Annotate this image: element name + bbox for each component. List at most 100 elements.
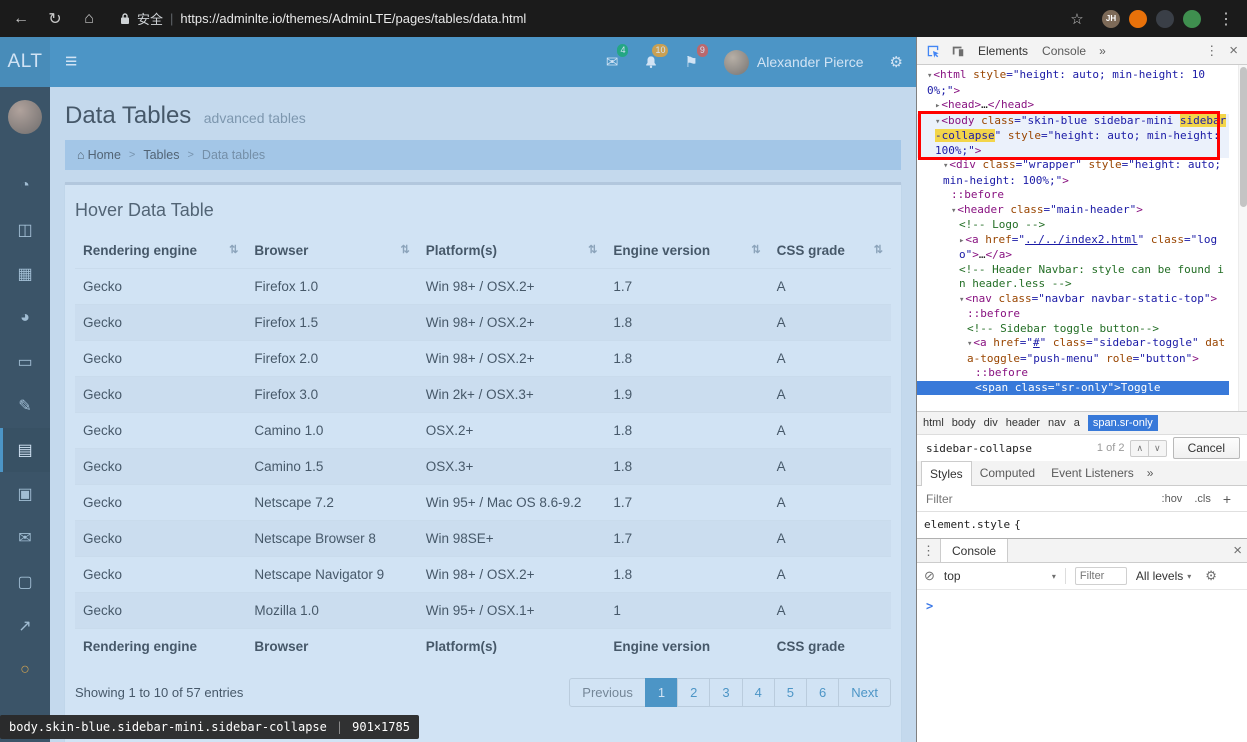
table-row[interactable]: Gecko Netscape 7.2 Win 95+ / Mac OS 8.6-9.… <box>75 484 891 521</box>
page-button-previous[interactable]: Previous <box>569 678 646 707</box>
inspect-element-icon[interactable] <box>921 44 945 58</box>
sidebar-item-labels[interactable]: ○ <box>0 648 50 692</box>
devtools-close-icon[interactable]: × <box>1224 42 1243 59</box>
table-row[interactable]: Gecko Camino 1.0 OSX.2+ 1.8 A <box>75 412 891 449</box>
tab-event-listeners[interactable]: Event Listeners <box>1043 461 1142 485</box>
back-icon[interactable]: ← <box>8 10 34 28</box>
tab-computed[interactable]: Computed <box>972 461 1043 485</box>
sort-icon[interactable]: ⇅ <box>751 243 760 256</box>
sidebar-item-tables[interactable]: ▤ <box>0 428 50 472</box>
console-context-select[interactable]: top ▾ <box>944 569 1056 583</box>
column-header[interactable]: Platform(s) ⇅ <box>417 233 606 269</box>
elements-scrollbar[interactable] <box>1238 65 1247 411</box>
sidebar-toggle-icon[interactable]: ≡ <box>50 50 92 74</box>
search-next-icon[interactable]: ∨ <box>1148 439 1167 457</box>
console-prompt[interactable]: > <box>926 599 933 613</box>
reload-icon[interactable]: ↻ <box>42 9 68 29</box>
toggle-hover-state-button[interactable]: :hov <box>1156 493 1189 505</box>
sort-icon[interactable]: ⇅ <box>874 243 883 256</box>
device-toolbar-icon[interactable] <box>946 44 970 58</box>
expand-arrow-open-icon[interactable]: ▾ <box>951 206 956 216</box>
clear-console-icon[interactable]: ⊘ <box>924 568 935 584</box>
dom-crumb[interactable]: div <box>984 417 998 429</box>
dom-crumb[interactable]: header <box>1006 417 1040 429</box>
tree-node[interactable]: ▾<div class="wrapper" style="height: aut… <box>917 158 1229 188</box>
expand-arrow-closed-icon[interactable]: ▸ <box>959 236 964 246</box>
table-row[interactable]: Gecko Firefox 1.5 Win 98+ / OSX.2+ 1.8 A <box>75 304 891 341</box>
page-button-3[interactable]: 3 <box>709 678 743 707</box>
sidebar-item-examples[interactable]: ▢ <box>0 560 50 604</box>
extension-profile[interactable] <box>1183 9 1201 28</box>
sidebar-item-mailbox[interactable]: ✉ <box>0 516 50 560</box>
log-level-select[interactable]: All levels ▾ <box>1136 569 1191 583</box>
tree-node[interactable]: <span class="sr-only">Toggle <box>917 380 1229 395</box>
extension-orange[interactable] <box>1129 9 1147 28</box>
browser-menu-icon[interactable]: ⋮ <box>1213 9 1239 29</box>
tree-node[interactable]: ::before <box>917 307 1229 322</box>
console-filter-input[interactable] <box>1074 567 1127 585</box>
table-row[interactable]: Gecko Mozilla 1.0 Win 95+ / OSX.1+ 1 A <box>75 592 891 629</box>
tab-console[interactable]: Console <box>1035 38 1093 64</box>
extension-avatar-jh[interactable]: JH <box>1102 9 1120 28</box>
tree-node[interactable]: ▾<nav class="navbar navbar-static-top"> <box>917 292 1229 308</box>
tree-node[interactable]: <!-- Logo --> <box>917 218 1229 233</box>
sidebar-item-forms[interactable]: ✎ <box>0 384 50 428</box>
tree-node[interactable]: ▾<a href="#" class="sidebar-toggle" data… <box>917 336 1229 366</box>
column-header[interactable]: Browser ⇅ <box>246 233 418 269</box>
tasks-menu[interactable]: ⚑ 9 <box>671 37 710 87</box>
sidebar-user-avatar[interactable] <box>8 100 42 134</box>
dom-crumb[interactable]: nav <box>1048 417 1066 429</box>
column-header[interactable]: Rendering engine ⇅ <box>75 233 247 269</box>
sort-icon[interactable]: ⇅ <box>401 243 410 256</box>
sidebar-item-charts[interactable]: ◕ <box>0 296 50 340</box>
address-bar[interactable]: 安全 | https://adminlte.io/themes/AdminLTE… <box>110 6 1056 32</box>
expand-arrow-closed-icon[interactable]: ▸ <box>935 101 940 111</box>
sidebar-item-dashboard[interactable]: ◔ <box>0 164 50 208</box>
styles-filter-input[interactable] <box>924 490 1014 507</box>
styles-more-tabs-icon[interactable]: » <box>1142 466 1159 480</box>
drawer-close-icon[interactable]: × <box>1228 542 1247 559</box>
expand-arrow-open-icon[interactable]: ▾ <box>927 71 932 81</box>
sidebar-item-widgets[interactable]: ▦ <box>0 252 50 296</box>
console-output[interactable]: > <box>917 590 1247 742</box>
tree-node[interactable]: ▸<head>…</head> <box>917 98 1229 114</box>
control-sidebar-gear-icon[interactable]: ⚙ <box>877 37 916 87</box>
column-header[interactable]: Engine version ⇅ <box>605 233 769 269</box>
notifications-menu[interactable]: 10 <box>631 37 671 87</box>
table-row[interactable]: Gecko Firefox 2.0 Win 98+ / OSX.2+ 1.8 A <box>75 340 891 377</box>
table-row[interactable]: Gecko Netscape Navigator 9 Win 98+ / OSX.2… <box>75 556 891 593</box>
sidebar-item-ui-elements[interactable]: ▭ <box>0 340 50 384</box>
search-input[interactable] <box>924 440 1091 456</box>
devtools-menu-icon[interactable]: ⋮ <box>1200 43 1223 59</box>
scrollbar-thumb[interactable] <box>1239 67 1247 207</box>
breadcrumb-item[interactable]: ⌂ Home <box>77 148 121 162</box>
tree-node[interactable]: ▾<body class="skin-blue sidebar-mini sid… <box>917 110 1229 160</box>
tab-console-drawer[interactable]: Console <box>940 539 1009 562</box>
tab-elements[interactable]: Elements <box>971 38 1035 64</box>
expand-arrow-open-icon[interactable]: ▾ <box>935 117 940 127</box>
table-row[interactable]: Gecko Netscape Browser 8 Win 98SE+ 1.7 A <box>75 520 891 557</box>
tree-node[interactable]: ▾<header class="main-header"> <box>917 203 1229 219</box>
new-style-rule-button[interactable]: + <box>1217 491 1240 507</box>
bookmark-star-icon[interactable]: ☆ <box>1064 10 1090 28</box>
dom-crumb[interactable]: html <box>923 417 944 429</box>
breadcrumb-item[interactable]: Tables <box>143 148 179 162</box>
tree-node[interactable]: <!-- Sidebar toggle button--> <box>917 322 1229 337</box>
home-icon[interactable]: ⌂ <box>76 10 102 28</box>
page-button-2[interactable]: 2 <box>677 678 711 707</box>
page-button-next[interactable]: Next <box>838 678 891 707</box>
column-header[interactable]: CSS grade ⇅ <box>768 233 891 269</box>
sidebar-item-layout-options[interactable]: ◫ <box>0 208 50 252</box>
table-row[interactable]: Gecko Camino 1.5 OSX.3+ 1.8 A <box>75 448 891 485</box>
tree-node[interactable]: ::before <box>917 366 1229 381</box>
sidebar-item-calendar[interactable]: ▣ <box>0 472 50 516</box>
tab-styles[interactable]: Styles <box>921 460 972 486</box>
expand-arrow-open-icon[interactable]: ▾ <box>943 161 948 171</box>
user-menu[interactable]: Alexander Pierce <box>711 37 877 87</box>
sort-icon[interactable]: ⇅ <box>588 243 597 256</box>
dom-crumb[interactable]: span.sr-only <box>1087 415 1158 431</box>
expand-arrow-open-icon[interactable]: ▾ <box>967 339 972 349</box>
table-row[interactable]: Gecko Firefox 1.0 Win 98+ / OSX.2+ 1.7 A <box>75 268 891 305</box>
sidebar-item-multilevel[interactable]: ↗ <box>0 604 50 648</box>
page-button-6[interactable]: 6 <box>806 678 840 707</box>
